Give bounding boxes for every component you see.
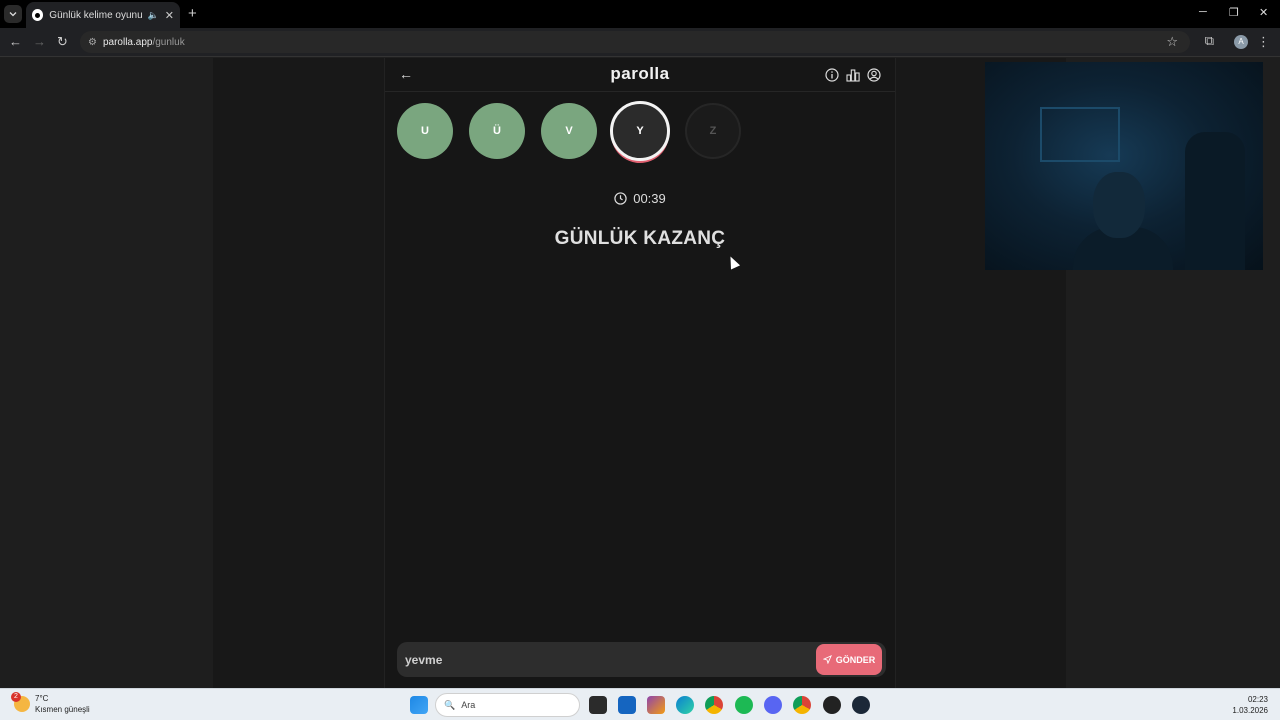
restore-icon[interactable]: ❐ — [1229, 6, 1239, 19]
browser-tab[interactable]: Günlük kelime oyunu - parolla 🔈 ✕ — [26, 2, 180, 28]
timer: 00:39 — [385, 191, 895, 206]
chevron-down-icon — [9, 12, 17, 17]
answer-input[interactable] — [405, 649, 795, 671]
notification-badge: 2 — [11, 692, 21, 702]
weather-temperature: 7°C — [35, 694, 49, 703]
weather-widget[interactable]: 2 7°C Kısmen güneşli — [11, 692, 90, 715]
tab-title: Günlük kelime oyunu - parolla — [49, 9, 142, 21]
system-clock[interactable]: 02:23 1.03.2026 — [1232, 694, 1268, 716]
os-taskbar: 2 7°C Kısmen güneşli 🔍 Ara 02:23 1.03.20… — [0, 688, 1280, 720]
clock-date: 1.03.2026 — [1232, 706, 1268, 715]
send-icon — [822, 655, 832, 664]
speaker-icon[interactable]: 🔈 — [148, 10, 159, 21]
url-path: /gunluk — [152, 36, 185, 48]
letter-bubble: Z — [685, 103, 741, 159]
tab-close-icon[interactable]: ✕ — [165, 9, 174, 22]
chrome-active-icon[interactable] — [793, 696, 811, 714]
search-placeholder: Ara — [461, 700, 476, 710]
browser-toolbar: ← → ↻ ⚙ parolla.app/gunluk ☆ ⧉ A ⋮ — [0, 28, 1280, 57]
app-icon[interactable] — [823, 696, 841, 714]
app-header: ← parolla — [385, 58, 895, 92]
back-arrow-icon[interactable]: ← — [9, 34, 22, 49]
letter-label: Ü — [493, 125, 501, 137]
app-logo: parolla — [610, 64, 670, 83]
letter-bubble: V — [541, 103, 597, 159]
question-text: GÜNLÜK KAZANÇ — [554, 228, 726, 249]
letter-label: V — [565, 125, 573, 137]
task-view-icon[interactable] — [589, 696, 607, 714]
profile-avatar[interactable]: A — [1234, 35, 1248, 49]
send-button-label: GÖNDER — [835, 654, 876, 665]
bookmark-star-icon[interactable]: ☆ — [1166, 34, 1178, 50]
search-icon: 🔍 — [444, 699, 456, 710]
stats-icon[interactable] — [846, 68, 860, 82]
weather-description: Kısmen güneşli — [35, 705, 90, 714]
letter-bubble-current: Y — [610, 101, 670, 161]
extensions-icon[interactable]: ⧉ — [1205, 33, 1214, 49]
answer-bar: GÖNDER — [397, 642, 886, 677]
webcam-chair — [1185, 132, 1245, 270]
window-close-icon[interactable]: ✕ — [1259, 6, 1268, 19]
browser-tabstrip: Günlük kelime oyunu - parolla 🔈 ✕ + ─ ❐ … — [0, 0, 1280, 28]
spotify-icon[interactable] — [735, 696, 753, 714]
new-tab-button[interactable]: + — [188, 5, 197, 22]
minimize-icon[interactable]: ─ — [1199, 6, 1207, 18]
chrome-icon[interactable] — [705, 696, 723, 714]
letter-label: U — [421, 125, 429, 137]
outlook-icon[interactable] — [618, 696, 636, 714]
clock-icon — [614, 192, 627, 205]
info-icon[interactable] — [825, 68, 839, 82]
letter-label: Y — [636, 125, 644, 137]
address-bar[interactable]: ⚙ parolla.app/gunluk — [80, 31, 1190, 53]
copilot-icon[interactable] — [647, 696, 665, 714]
discord-icon[interactable] — [764, 696, 782, 714]
url-host: parolla.app — [102, 36, 153, 48]
letter-label: Z — [709, 125, 717, 137]
webcam-background-shelf — [1040, 107, 1120, 162]
taskbar-search[interactable]: 🔍 Ara — [435, 693, 580, 717]
steam-icon[interactable] — [852, 696, 870, 714]
edge-icon[interactable] — [676, 696, 694, 714]
timer-value: 00:39 — [633, 191, 666, 206]
site-info-icon[interactable]: ⚙ — [88, 37, 97, 48]
browser-menu-icon[interactable]: ⋮ — [1257, 34, 1270, 50]
clock-time: 02:23 — [1247, 695, 1268, 704]
game-app: ← parolla U Ü V Y Z 00:39 GÜNLÜK KAZANÇ — [384, 58, 896, 688]
site-favicon-icon — [32, 9, 44, 21]
address-url: parolla.app/gunluk — [103, 37, 185, 48]
windows-start-icon[interactable] — [410, 696, 428, 714]
letter-bubble: Ü — [469, 103, 525, 159]
letter-bubble: U — [397, 103, 453, 159]
send-button[interactable]: GÖNDER — [816, 644, 882, 675]
webcam-person-head — [1093, 172, 1145, 238]
forward-arrow-icon[interactable]: → — [33, 34, 46, 49]
tab-search-button[interactable] — [4, 5, 22, 23]
user-profile-icon[interactable] — [867, 68, 881, 82]
weather-sun-icon: 2 — [11, 692, 30, 712]
webcam-overlay — [985, 62, 1263, 270]
reload-icon[interactable]: ↻ — [57, 34, 68, 50]
